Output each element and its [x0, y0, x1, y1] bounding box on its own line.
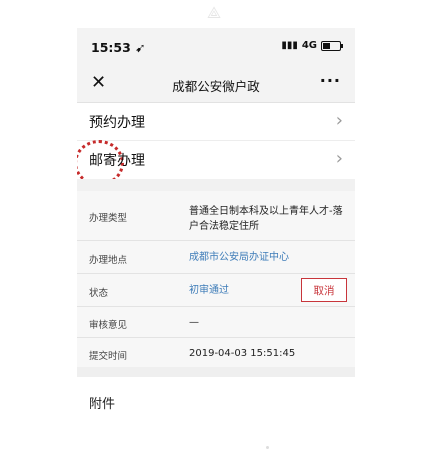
menu-item-appointment[interactable]: 预约办理 › — [77, 103, 355, 141]
menu-item-mail[interactable]: 邮寄办理 › — [77, 140, 355, 186]
detail-row-status: 状态 初审通过 取消 — [77, 274, 355, 307]
signal-icon: ▮▮▮ — [281, 40, 298, 51]
detail-key: 提交时间 — [89, 351, 128, 362]
battery-icon — [321, 40, 343, 51]
cancel-button[interactable]: 取消 — [301, 278, 347, 302]
location-link[interactable]: 成都市公安局办证中心 — [189, 250, 345, 265]
detail-value: 普通全日制本科及以上青年人才-落户合法稳定住所 — [189, 206, 343, 232]
status-time: 15:53 ➹ — [91, 40, 146, 55]
section-divider — [77, 179, 355, 191]
section-divider — [77, 367, 355, 377]
detail-key: 状态 — [89, 288, 109, 299]
attachments-heading: 附件 — [89, 397, 116, 412]
phone-screen: 15:53 ➹ ▮▮▮ 4G ✕ 成都公安微户政 ··· 预约办理 › 邮寄办理… — [77, 28, 355, 450]
navigation-bar: ✕ 成都公安微户政 ··· — [77, 66, 355, 103]
status-indicators: ▮▮▮ 4G — [281, 40, 343, 51]
network-type: 4G — [301, 40, 317, 51]
detail-key: 办理类型 — [89, 213, 128, 224]
detail-row-location: 办理地点 成都市公安局办证中心 — [77, 241, 355, 274]
detail-row-submit: 提交时间 2019-04-03 15:51:45 — [77, 338, 355, 367]
details-panel: 办理类型 普通全日制本科及以上青年人才-落户合法稳定住所 办理地点 成都市公安局… — [77, 191, 355, 367]
detail-key: 办理地点 — [89, 255, 128, 266]
detail-row-type: 办理类型 普通全日制本科及以上青年人才-落户合法稳定住所 — [77, 191, 355, 241]
more-options-icon[interactable]: ··· — [320, 71, 341, 90]
decorative-dot — [266, 446, 269, 449]
detail-value: 2019-04-03 15:51:45 — [189, 348, 296, 359]
chevron-right-icon: › — [335, 148, 343, 169]
page-title: 成都公安微户政 — [172, 79, 260, 94]
chevron-right-icon: › — [335, 110, 343, 131]
detail-row-review: 审核意见 — — [77, 307, 355, 338]
detail-value: — — [189, 317, 199, 328]
menu-item-label: 预约办理 — [89, 115, 145, 131]
top-decoration-icon: ⟁ — [206, 3, 222, 22]
menu-item-label: 邮寄办理 — [89, 153, 145, 169]
detail-key: 审核意见 — [89, 320, 128, 331]
status-bar: 15:53 ➹ ▮▮▮ 4G — [77, 28, 355, 66]
